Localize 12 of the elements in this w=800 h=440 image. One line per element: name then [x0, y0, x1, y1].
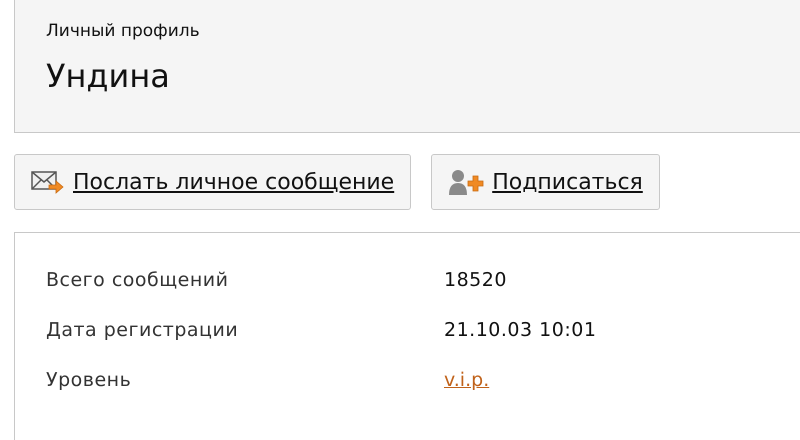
level-link[interactable]: v.i.p. — [444, 366, 490, 394]
envelope-icon — [31, 169, 65, 195]
stat-label: Уровень — [46, 368, 132, 393]
subscribe-button[interactable]: Подписаться — [431, 154, 660, 210]
stat-label: Всего сообщений — [46, 268, 230, 293]
header-subtitle: Личный профиль — [46, 20, 201, 43]
stat-value: 18520 — [444, 268, 507, 293]
profile-name: Ундина — [46, 56, 171, 97]
stat-label: Дата регистрации — [46, 318, 240, 343]
stat-value: 21.10.03 10:01 — [444, 318, 596, 343]
user-add-icon — [448, 168, 484, 196]
send-message-button[interactable]: Послать личное сообщение — [14, 154, 412, 210]
